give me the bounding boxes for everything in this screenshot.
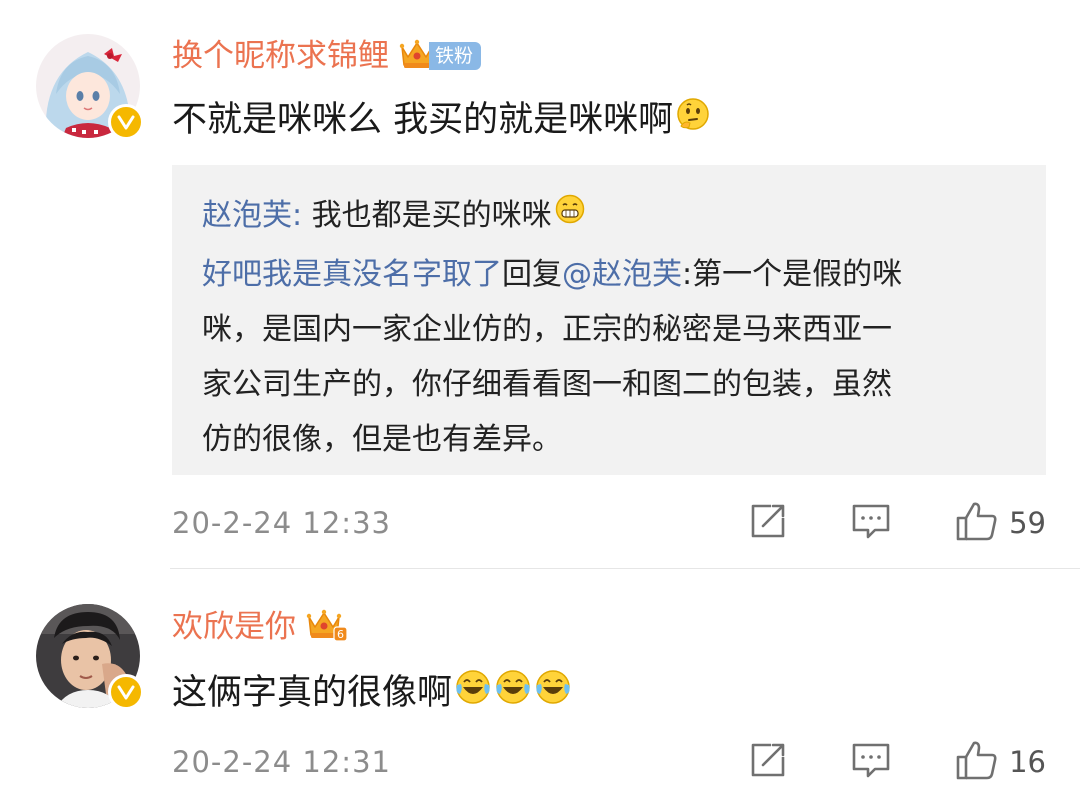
like-icon xyxy=(955,500,999,546)
comment-icon xyxy=(851,741,891,783)
reply-separator: : xyxy=(292,198,312,233)
like-button[interactable]: 16 xyxy=(955,739,1046,785)
like-button[interactable]: 59 xyxy=(955,500,1046,546)
crown-icon: 6 xyxy=(306,607,348,647)
reply-line-2: 咪，是国内一家企业仿的，正宗的秘密是马来西亚一 xyxy=(202,312,892,347)
comment-body: 这俩字真的很像啊 xyxy=(172,673,453,713)
comment-meta: 20-2-24 12:31 16 xyxy=(172,737,1046,787)
comment-header: 换个昵称求锦鲤 铁粉 xyxy=(172,34,482,78)
comment-body: 不就是咪咪么 我买的就是咪咪啊 xyxy=(172,100,674,140)
comment-meta: 20-2-24 12:33 59 xyxy=(172,498,1046,548)
username[interactable]: 欢欣是你 xyxy=(172,605,296,649)
fan-badge: 铁粉 xyxy=(429,39,482,73)
verified-icon xyxy=(108,674,144,710)
like-icon xyxy=(955,739,999,785)
reply-line-4: 仿的很像，但是也有差异。 xyxy=(202,422,562,457)
share-icon xyxy=(749,502,787,544)
reply-author[interactable]: 赵泡芙 xyxy=(202,189,292,243)
comment-button[interactable] xyxy=(851,741,891,783)
laugh-cry-emoji xyxy=(454,667,574,719)
reply-text: :第一个是假的咪 xyxy=(682,257,903,292)
comment-header: 欢欣是你 6 xyxy=(172,605,348,649)
comment-icon xyxy=(851,502,891,544)
comment-button[interactable] xyxy=(851,502,891,544)
share-icon xyxy=(749,741,787,783)
comment-text: 不就是咪咪么 我买的就是咪咪啊 xyxy=(172,96,711,144)
reply-preview-box[interactable]: 赵泡芙 : 我也都是买的咪咪 好吧我是真没名字取了回复@赵泡芙:第一个是假的咪 … xyxy=(172,165,1046,475)
timestamp: 20-2-24 12:33 xyxy=(172,506,391,540)
mention-link[interactable]: @赵泡芙 xyxy=(562,257,682,292)
share-button[interactable] xyxy=(749,741,787,783)
thinking-emoji xyxy=(675,96,711,144)
verified-icon xyxy=(108,104,144,140)
reply-text: 我也都是买的咪咪 xyxy=(311,198,552,233)
username[interactable]: 换个昵称求锦鲤 xyxy=(172,34,389,78)
avatar-wrapper[interactable] xyxy=(36,34,144,140)
comment-text: 这俩字真的很像啊 xyxy=(172,667,574,719)
reply-verb: 回复 xyxy=(502,257,562,292)
reply-line-1: 好吧我是真没名字取了回复@赵泡芙:第一个是假的咪 xyxy=(202,247,1018,302)
reply-author[interactable]: 好吧我是真没名字取了 xyxy=(202,257,502,292)
comment-item: 换个昵称求锦鲤 铁粉 不就是咪咪么 我买的就是咪咪啊 赵泡芙: 我也都是买的咪… xyxy=(0,0,1080,568)
svg-text:6: 6 xyxy=(337,628,344,641)
timestamp: 20-2-24 12:31 xyxy=(172,745,391,779)
share-button[interactable] xyxy=(749,502,787,544)
reply-item: 赵泡芙 : 我也都是买的咪咪 xyxy=(202,189,1018,243)
reply-item: 好吧我是真没名字取了回复@赵泡芙:第一个是假的咪 咪，是国内一家企业仿的，正宗的… xyxy=(202,247,1018,467)
grin-emoji xyxy=(554,189,586,243)
like-count: 16 xyxy=(1009,745,1046,779)
reply-line-3: 家公司生产的，你仔细看看图一和图二的包装，虽然 xyxy=(202,367,892,402)
comment-item: 欢欣是你 6 这俩字真的很像啊 20-2-24 12:31 16 xyxy=(0,569,1080,803)
fan-badge-label: 铁粉 xyxy=(429,42,482,70)
avatar-wrapper[interactable] xyxy=(36,604,144,710)
like-count: 59 xyxy=(1009,506,1046,540)
